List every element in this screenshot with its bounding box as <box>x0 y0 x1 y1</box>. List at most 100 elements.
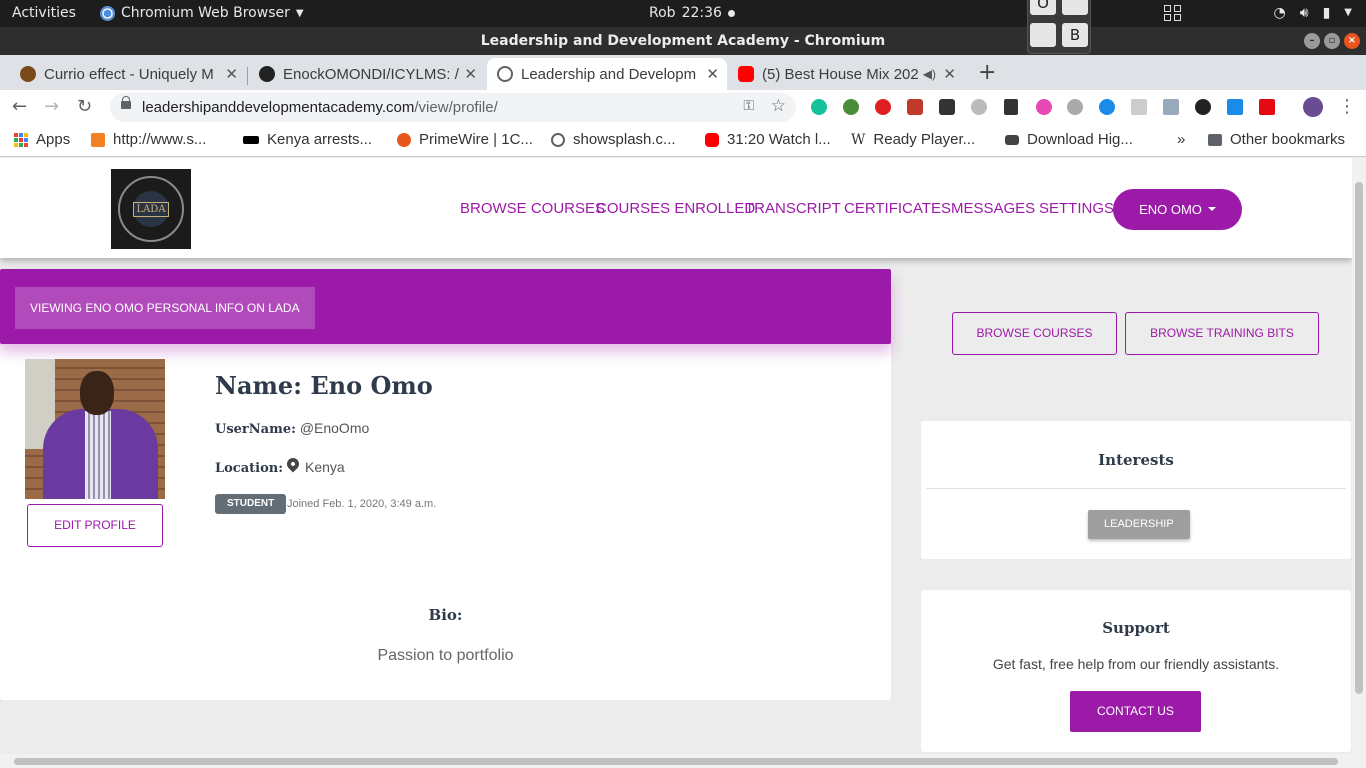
contact-us-button[interactable]: CONTACT US <box>1070 691 1201 732</box>
support-panel: Support Get fast, free help from our fri… <box>921 590 1351 752</box>
bookmark-other[interactable]: Other bookmarks <box>1208 131 1345 148</box>
extension-letter-icon[interactable] <box>1131 99 1147 115</box>
wifi-icon: ◔ <box>1273 5 1286 21</box>
download-arrow-icon[interactable] <box>1163 99 1179 115</box>
globe-icon <box>551 132 565 147</box>
tab-youtube[interactable]: (5) Best House Mix 202 ◀) ✕ <box>728 58 964 90</box>
workspace-grid-icon[interactable] <box>1164 5 1182 22</box>
tab-close-icon[interactable]: ✕ <box>943 65 956 83</box>
forward-icon[interactable]: → <box>44 96 59 117</box>
tab-strip: Currio effect - Uniquely M ✕ EnockOMONDI… <box>0 55 1366 90</box>
more-menu-icon[interactable]: ⋮ <box>1338 96 1356 117</box>
user-menu-button[interactable]: ENO OMO <box>1113 189 1242 230</box>
browse-training-bits-button[interactable]: BROWSE TRAINING BITS <box>1125 312 1319 355</box>
maximize-icon[interactable]: ▫ <box>1324 33 1340 49</box>
extension-screen-icon[interactable] <box>1227 99 1243 115</box>
key-o[interactable]: O <box>1030 0 1056 15</box>
tab-leadership[interactable]: Leadership and Developm ✕ <box>487 58 727 90</box>
interest-tag[interactable]: LEADERSHIP <box>1088 510 1190 539</box>
extension-globe-icon[interactable] <box>843 99 859 115</box>
new-tab-button[interactable]: + <box>978 60 996 85</box>
bookmark-wikipedia[interactable]: W Ready Player... <box>851 131 975 148</box>
browser-toolbar: ← → ↻ leadershipanddevelopmentacademy.co… <box>0 90 1366 125</box>
nav-browse-courses[interactable]: BROWSE COURSES <box>460 200 605 217</box>
eyedropper-icon[interactable] <box>1004 99 1018 115</box>
browse-courses-button[interactable]: BROWSE COURSES <box>952 312 1117 355</box>
bookmark-apps[interactable]: Apps <box>14 131 70 148</box>
extension-globe-gray-icon[interactable] <box>1067 99 1083 115</box>
clock-time: 22:36 <box>681 5 722 21</box>
chevron-down-icon: ▼ <box>295 7 304 19</box>
apps-grid-icon <box>14 132 28 147</box>
url-text[interactable]: leadershipanddevelopmentacademy.com/view… <box>142 99 498 116</box>
page-viewport: LADA BROWSE COURSES COURSES ENROLLED TRA… <box>0 158 1352 754</box>
nav-certificates[interactable]: CERTIFICATES <box>844 200 951 217</box>
site-logo[interactable]: LADA <box>111 169 191 249</box>
bookmark-star-icon[interactable]: ☆ <box>771 96 786 116</box>
tab-github[interactable]: EnockOMONDI/ICYLMS: / ✕ <box>249 58 485 90</box>
tab-close-icon[interactable]: ✕ <box>706 65 719 83</box>
window-title-bar: Leadership and Development Academy - Chr… <box>0 27 1366 55</box>
system-top-bar: Activities Chromium Web Browser ▼ Rob 22… <box>0 0 1366 27</box>
horizontal-scrollbar[interactable] <box>0 754 1366 768</box>
adblock-icon[interactable] <box>875 99 891 115</box>
bookmark-primewire[interactable]: PrimeWire | 1C... <box>397 131 533 148</box>
bio-text: Passion to portfolio <box>377 647 514 664</box>
back-icon[interactable]: ← <box>12 96 27 117</box>
chevron-down-icon: ▼ <box>1344 7 1352 18</box>
onscreen-key-widget: O B <box>1027 0 1091 54</box>
caret-down-icon <box>1207 207 1216 211</box>
tab-title: Leadership and Developm <box>521 65 697 83</box>
extension-circle-icon[interactable] <box>971 99 987 115</box>
tab-close-icon[interactable]: ✕ <box>225 65 238 83</box>
nav-settings[interactable]: SETTINGS <box>1039 200 1114 217</box>
primewire-icon <box>397 132 411 147</box>
support-title: Support <box>1102 619 1170 637</box>
vertical-scrollbar[interactable] <box>1352 158 1366 754</box>
bookmark-bbc[interactable]: Kenya arrests... <box>243 131 372 148</box>
bookmark-youtube[interactable]: 31:20 Watch l... <box>705 131 831 148</box>
curriosity-icon <box>20 66 36 82</box>
system-tray[interactable]: ◔ 🔊︎ ▮ ▼ <box>1274 5 1352 21</box>
netflix-icon[interactable] <box>1259 99 1275 115</box>
nav-transcript[interactable]: TRANSCRIPT <box>745 200 841 217</box>
tab-curriosity[interactable]: Currio effect - Uniquely M ✕ <box>10 58 246 90</box>
extension-diamond-icon[interactable] <box>1099 99 1115 115</box>
stackoverflow-icon <box>91 132 105 147</box>
profile-name: Name: Eno Omo <box>215 371 433 400</box>
reload-icon[interactable]: ↻ <box>77 96 92 117</box>
clock-user: Rob <box>649 5 676 21</box>
key-b[interactable]: B <box>1062 23 1088 47</box>
edit-profile-button[interactable]: EDIT PROFILE <box>27 504 163 547</box>
extension-bird-icon[interactable] <box>1036 99 1052 115</box>
app-menu[interactable]: Chromium Web Browser ▼ <box>100 5 304 21</box>
profile-card-header: VIEWING ENO OMO PERSONAL INFO ON LADA <box>0 269 891 344</box>
globe-icon <box>497 66 513 82</box>
nav-courses-enrolled[interactable]: COURSES ENROLLED <box>596 200 755 217</box>
extension-camera-icon[interactable] <box>939 99 955 115</box>
clock[interactable]: Rob 22:36 <box>649 5 735 21</box>
bookmark-download[interactable]: Download Hig... <box>1005 131 1133 148</box>
extension-a-icon[interactable] <box>907 99 923 115</box>
folder-icon <box>1208 133 1222 146</box>
bookmark-stackoverflow[interactable]: http://www.s... <box>91 131 206 148</box>
grammarly-icon[interactable] <box>811 99 827 115</box>
extension-k-icon[interactable] <box>1195 99 1211 115</box>
key-icon[interactable]: ⚿ <box>743 98 754 114</box>
close-icon[interactable]: × <box>1344 33 1360 49</box>
bookmarks-overflow[interactable]: » <box>1177 131 1185 148</box>
lock-icon[interactable] <box>121 96 131 109</box>
address-bar[interactable]: leadershipanddevelopmentacademy.com/view… <box>110 93 796 122</box>
nav-messages[interactable]: MESSAGES <box>951 200 1035 217</box>
lada-emblem-icon: LADA <box>118 176 184 242</box>
activities-button[interactable]: Activities <box>12 5 76 21</box>
github-icon <box>259 66 275 82</box>
bookmark-showsplash[interactable]: showsplash.c... <box>551 131 676 148</box>
profile-header-pill: VIEWING ENO OMO PERSONAL INFO ON LADA <box>15 287 315 329</box>
tab-close-icon[interactable]: ✕ <box>464 65 477 83</box>
key-blank[interactable] <box>1030 23 1056 47</box>
profile-avatar-icon[interactable] <box>1303 97 1323 117</box>
key-blank[interactable] <box>1062 0 1088 15</box>
audio-playing-icon[interactable]: ◀) <box>923 67 936 81</box>
minimize-icon[interactable]: – <box>1304 33 1320 49</box>
